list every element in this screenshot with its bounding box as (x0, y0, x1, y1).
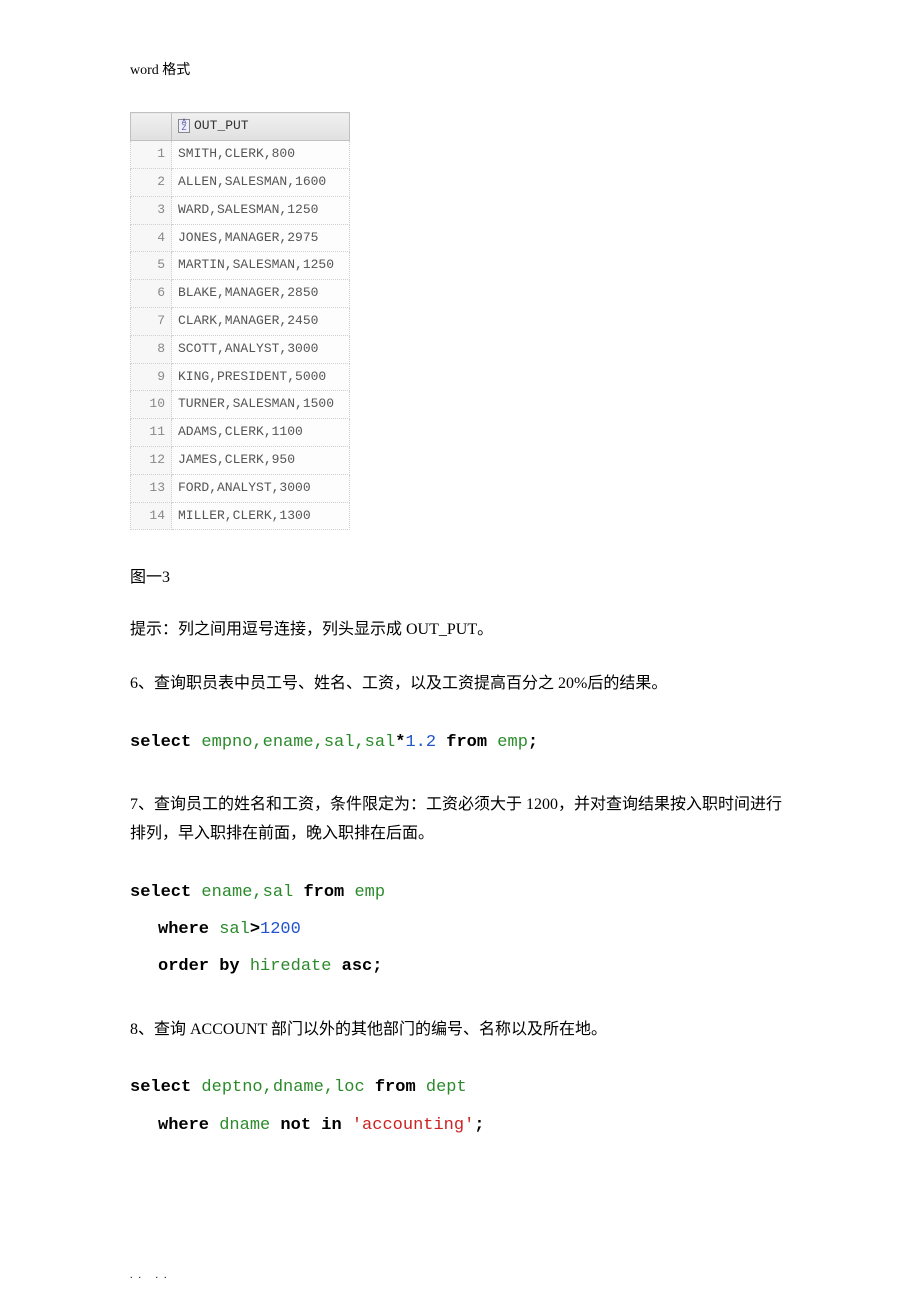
table-row: 3WARD,SALESMAN,1250 (131, 196, 350, 224)
row-number: 11 (131, 419, 172, 447)
row-value: TURNER,SALESMAN,1500 (172, 391, 350, 419)
table-row: 12JAMES,CLERK,950 (131, 446, 350, 474)
table-row: 6BLAKE,MANAGER,2850 (131, 280, 350, 308)
table-row: 13FORD,ANALYST,3000 (131, 474, 350, 502)
table-row: 5MARTIN,SALESMAN,1250 (131, 252, 350, 280)
row-value: FORD,ANALYST,3000 (172, 474, 350, 502)
row-number: 3 (131, 196, 172, 224)
row-value: JAMES,CLERK,950 (172, 446, 350, 474)
row-number: 12 (131, 446, 172, 474)
code-8: select deptno,dname,loc from dept where … (130, 1069, 790, 1144)
row-value: ALLEN,SALESMAN,1600 (172, 168, 350, 196)
row-number: 6 (131, 280, 172, 308)
row-value: SCOTT,ANALYST,3000 (172, 335, 350, 363)
table-row: 9KING,PRESIDENT,5000 (131, 363, 350, 391)
row-value: JONES,MANAGER,2975 (172, 224, 350, 252)
row-number: 5 (131, 252, 172, 280)
question-7: 7、查询员工的姓名和工资，条件限定为：工资必须大于 1200，并对查询结果按入职… (130, 791, 790, 849)
question-6: 6、查询职员表中员工号、姓名、工资，以及工资提高百分之 20%后的结果。 (130, 670, 790, 699)
output-table: AZOUT_PUT 1SMITH,CLERK,8002ALLEN,SALESMA… (130, 112, 350, 530)
column-header: AZOUT_PUT (172, 113, 350, 141)
row-number: 10 (131, 391, 172, 419)
row-value: MARTIN,SALESMAN,1250 (172, 252, 350, 280)
figure-label: 图一3 (130, 565, 790, 591)
row-number: 13 (131, 474, 172, 502)
page-header: word 格式 (130, 60, 790, 82)
question-8: 8、查询 ACCOUNT 部门以外的其他部门的编号、名称以及所在地。 (130, 1016, 790, 1045)
code-6: select empno,ename,sal,sal*1.2 from emp; (130, 724, 790, 761)
sort-icon: AZ (178, 119, 190, 133)
table-row: 10TURNER,SALESMAN,1500 (131, 391, 350, 419)
row-value: BLAKE,MANAGER,2850 (172, 280, 350, 308)
row-number: 2 (131, 168, 172, 196)
table-row: 14MILLER,CLERK,1300 (131, 502, 350, 530)
row-number: 4 (131, 224, 172, 252)
code-7: select ename,sal from emp where sal>1200… (130, 874, 790, 986)
footer-dots: .. .. (130, 1268, 173, 1284)
table-row: 8SCOTT,ANALYST,3000 (131, 335, 350, 363)
table-row: 11ADAMS,CLERK,1100 (131, 419, 350, 447)
row-number: 9 (131, 363, 172, 391)
row-value: KING,PRESIDENT,5000 (172, 363, 350, 391)
row-number: 1 (131, 141, 172, 169)
row-value: CLARK,MANAGER,2450 (172, 307, 350, 335)
rownum-header (131, 113, 172, 141)
row-value: WARD,SALESMAN,1250 (172, 196, 350, 224)
row-number: 7 (131, 307, 172, 335)
row-number: 8 (131, 335, 172, 363)
row-value: ADAMS,CLERK,1100 (172, 419, 350, 447)
row-value: MILLER,CLERK,1300 (172, 502, 350, 530)
table-row: 7CLARK,MANAGER,2450 (131, 307, 350, 335)
row-value: SMITH,CLERK,800 (172, 141, 350, 169)
table-row: 2ALLEN,SALESMAN,1600 (131, 168, 350, 196)
table-row: 4JONES,MANAGER,2975 (131, 224, 350, 252)
row-number: 14 (131, 502, 172, 530)
hint-text: 提示：列之间用逗号连接，列头显示成 OUT_PUT。 (130, 616, 790, 645)
table-row: 1SMITH,CLERK,800 (131, 141, 350, 169)
